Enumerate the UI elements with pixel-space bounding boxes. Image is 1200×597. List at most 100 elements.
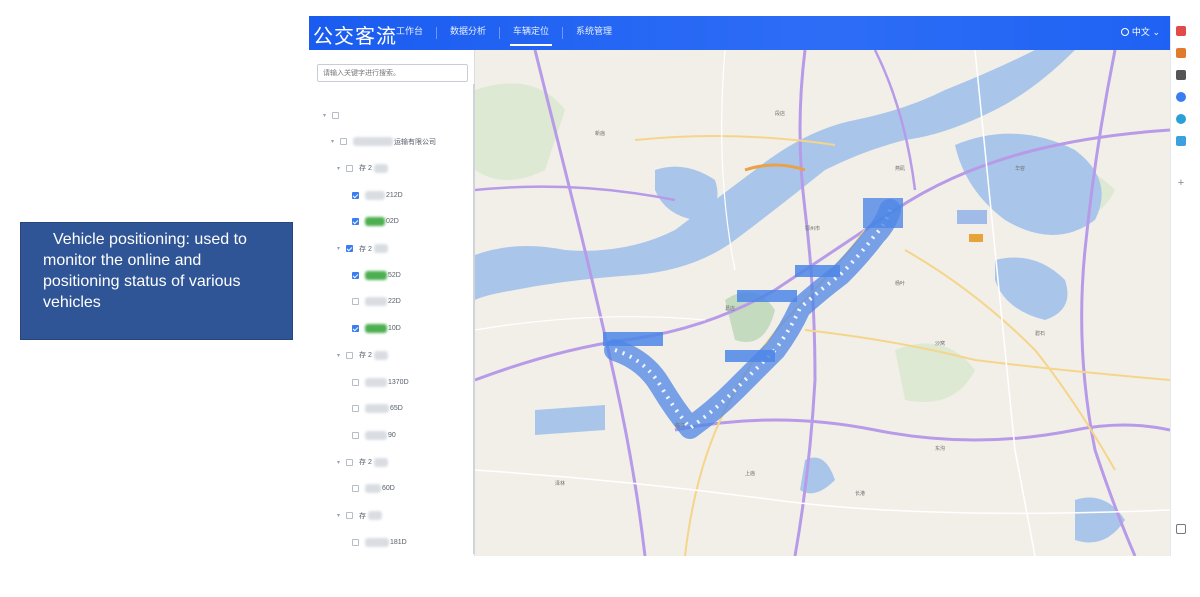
tree-checkbox[interactable] (352, 298, 359, 306)
caption-text: Vehicle positioning: used to monitor the… (43, 231, 247, 311)
tree-node-label: 22D (388, 298, 401, 306)
tree-node[interactable]: 22D (352, 296, 401, 308)
window-icon[interactable] (1176, 524, 1186, 534)
expand-caret-icon[interactable]: ▾ (323, 112, 329, 119)
tree-node-label: 65D (390, 405, 403, 413)
place-label: 华容 (1015, 166, 1026, 172)
redacted-name (368, 511, 382, 520)
redacted-name (353, 137, 393, 147)
expressway (475, 185, 676, 202)
tree-checkbox[interactable] (332, 111, 339, 119)
tree-checkbox[interactable] (352, 538, 359, 546)
place-label: 临江 (675, 423, 686, 429)
tree-node[interactable]: 52D (352, 269, 401, 281)
tree-node[interactable]: ▾ (323, 109, 345, 121)
tree-node[interactable]: ▾ 存 2 (337, 243, 389, 255)
tree-checkbox[interactable] (352, 485, 359, 493)
tree-node-label: 02D (386, 218, 399, 226)
globe-icon (1120, 28, 1129, 36)
app-window: 公交客流 工作台 数据分析 车辆定位 系统管理 中文 ⌄ ▾ ▾ 运输有限公司 ▾ 存 … (309, 16, 1190, 556)
expand-caret-icon[interactable]: ▾ (337, 459, 343, 466)
language-label: 中文 (1131, 27, 1150, 37)
tree-node[interactable]: ▾ 存 2 (337, 349, 389, 361)
redacted-plate (365, 217, 385, 227)
tree-node-label: 运输有限公司 (394, 138, 436, 146)
redacted-plate (365, 324, 387, 334)
lake (995, 257, 1068, 320)
tree-node-label: 10D (388, 325, 401, 333)
redacted-plate (365, 484, 381, 494)
tree-checkbox[interactable] (352, 405, 359, 413)
tool-icon[interactable] (1176, 114, 1186, 124)
place-label: 东沟 (935, 446, 946, 452)
tree-node[interactable]: 02D (352, 216, 399, 228)
tree-node-label: 90 (388, 431, 396, 439)
expand-caret-icon[interactable]: ▾ (337, 165, 343, 172)
tree-node[interactable]: ▾ 存 2 (337, 456, 389, 468)
place-label: 上庙 (745, 471, 756, 477)
place-label: 泽林 (555, 481, 566, 487)
redacted-plate (365, 537, 389, 547)
expand-caret-icon[interactable]: ▾ (337, 245, 343, 252)
tree-checkbox[interactable] (352, 271, 359, 279)
tool-icon[interactable] (1176, 48, 1186, 58)
tree-checkbox[interactable] (346, 458, 353, 466)
map-view[interactable]: 鄂州市 葛店 临江 华容 东沟 沙窝 上庙 杨叶 新庙 段店 燕矶 泽林 碧石 长港 (475, 50, 1170, 556)
tree-checkbox[interactable] (352, 378, 359, 386)
expressway (1080, 50, 1137, 556)
nav-tab-system-management[interactable]: 系统管理 (563, 16, 625, 50)
expand-caret-icon[interactable]: ▾ (337, 352, 343, 359)
expand-caret-icon[interactable]: ▾ (337, 512, 343, 519)
tree-node-label: 存 2 (359, 352, 372, 360)
tree-node[interactable]: 90 (352, 429, 396, 441)
tree-checkbox[interactable] (346, 512, 353, 519)
vehicle-search-input[interactable] (317, 64, 468, 82)
tree-checkbox[interactable] (352, 218, 359, 226)
add-icon[interactable]: + (1176, 178, 1186, 189)
nav-tab-data-analysis[interactable]: 数据分析 (437, 16, 499, 50)
tree-node[interactable]: 212D (352, 189, 403, 201)
map-canvas (475, 50, 1170, 556)
tree-node[interactable]: 181D (352, 536, 407, 548)
slide: Vehicle positioning: used to monitor the… (0, 0, 1200, 597)
place-label: 燕矶 (895, 166, 906, 172)
tree-node-label: 60D (382, 485, 395, 493)
place-label: 新庙 (595, 131, 606, 137)
place-label: 鄂州市 (805, 226, 821, 232)
tree-node-label: 存 2 (359, 245, 372, 253)
tree-checkbox[interactable] (352, 325, 359, 333)
tree-node[interactable]: 1370D (352, 376, 409, 388)
tree-checkbox[interactable] (352, 191, 359, 199)
tree-checkbox[interactable] (340, 138, 347, 146)
tool-icon[interactable] (1176, 136, 1186, 146)
tool-icon[interactable] (1176, 70, 1186, 80)
language-switch[interactable]: 中文 ⌄ (1120, 25, 1160, 38)
expand-caret-icon[interactable]: ▾ (331, 138, 337, 145)
tree-node-label: 212D (386, 191, 403, 199)
vehicle-marker[interactable] (957, 210, 987, 242)
tool-icon[interactable] (1176, 26, 1186, 36)
lake (535, 405, 605, 435)
redacted-name (373, 244, 388, 253)
redacted-plate (365, 430, 387, 440)
lake (655, 166, 718, 220)
nav-tab-vehicle-positioning[interactable]: 车辆定位 (500, 16, 562, 50)
tree-node[interactable]: 60D (352, 483, 395, 495)
tool-icon[interactable] (1176, 92, 1186, 102)
tree-checkbox[interactable] (346, 245, 353, 252)
tree-node[interactable]: ▾ 运输有限公司 (331, 136, 436, 148)
tree-checkbox[interactable] (352, 431, 359, 439)
redacted-name (373, 163, 388, 173)
nav-tab-workbench[interactable]: 工作台 (383, 16, 436, 50)
tree-node[interactable]: 10D (352, 323, 401, 335)
tree-checkbox[interactable] (346, 164, 353, 172)
tree-node[interactable]: 65D (352, 403, 403, 415)
redacted-plate (365, 297, 387, 307)
redacted-name (373, 350, 388, 360)
lake (1075, 497, 1125, 543)
redacted-plate (365, 404, 389, 414)
place-label: 葛店 (725, 306, 736, 312)
tree-node[interactable]: ▾ 存 (337, 510, 383, 522)
tree-node[interactable]: ▾ 存 2 (337, 162, 389, 174)
tree-checkbox[interactable] (346, 351, 353, 359)
